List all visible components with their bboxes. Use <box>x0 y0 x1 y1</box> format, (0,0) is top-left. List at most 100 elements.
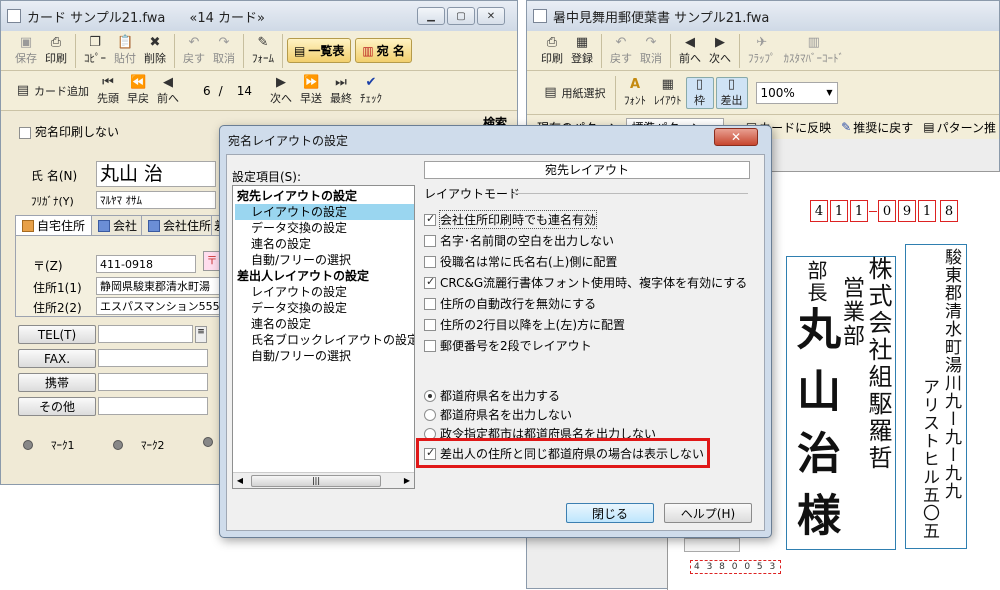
restore-recommended-button[interactable]: ✎ 推奨に戻す <box>841 119 913 136</box>
layout-mode-option[interactable]: 郵便番号を2段でレイアウト <box>424 337 592 354</box>
tree-hscrollbar[interactable]: ◀ ||| ▶ <box>233 472 414 488</box>
check-button[interactable]: ✔ ﾁｪｯｸ <box>356 75 386 106</box>
prefecture-radio[interactable] <box>424 408 436 421</box>
tree-item[interactable]: レイアウトの設定 <box>235 204 414 220</box>
prefecture-radio[interactable] <box>424 389 436 402</box>
right-tool-next-button[interactable]: ▶ 次へ <box>705 35 735 66</box>
tree-item[interactable]: 連名の設定 <box>235 316 414 332</box>
tree-item[interactable]: 自動/フリーの選択 <box>235 348 414 364</box>
tab-company-address[interactable]: 会社住所 <box>141 215 219 235</box>
tab-company[interactable]: 会社 <box>91 215 145 235</box>
layout-mode-checkbox[interactable] <box>424 318 436 331</box>
zoom-select[interactable]: 100% ▼ <box>755 81 838 104</box>
other-field[interactable] <box>98 397 208 415</box>
left-tool-form-button[interactable]: ✎ ﾌｫｰﾑ <box>248 35 278 66</box>
layout-mode-option[interactable]: 会社住所印刷時でも連名有効 <box>424 210 598 229</box>
left-tool-undo-button[interactable]: ↶ 戻す <box>179 35 209 66</box>
pattern-recommend-button[interactable]: ▤ パターン推 <box>923 119 996 136</box>
name-field[interactable]: 丸山 治 <box>96 161 216 187</box>
prefecture-option[interactable]: 都道府県名を出力する <box>424 387 560 404</box>
no-print-option[interactable]: 宛名印刷しない <box>19 123 119 140</box>
left-tool-save-button[interactable]: ▣ 保存 <box>11 35 41 66</box>
mark3-icon[interactable] <box>203 437 213 447</box>
right-tool-prev-button[interactable]: ◀ 前へ <box>675 35 705 66</box>
layout-mode-checkbox[interactable] <box>424 297 436 310</box>
tree-item[interactable]: 自動/フリーの選択 <box>235 252 414 268</box>
left-tool-redo-button[interactable]: ↷ 取消 <box>209 35 239 66</box>
fax-field[interactable] <box>98 349 208 367</box>
sender-button[interactable]: ▯ 差出 <box>715 76 748 109</box>
layout-mode-option[interactable]: 名字･名前間の空白を出力しない <box>424 232 614 249</box>
tel-memo-icon[interactable]: ≡ <box>195 326 207 343</box>
mobile-button[interactable]: 携帯 <box>18 373 96 392</box>
layout-mode-option[interactable]: 住所の自動改行を無効にする <box>424 295 596 312</box>
address1-field[interactable]: 静岡県駿東郡清水町湯 <box>96 277 224 295</box>
tree-item[interactable]: データ交換の設定 <box>235 300 414 316</box>
tree-item[interactable]: 連名の設定 <box>235 236 414 252</box>
tree-item[interactable]: 宛先レイアウトの設定 <box>235 188 414 204</box>
close-icon[interactable]: ✕ <box>714 128 758 146</box>
mark2-item[interactable]: ﾏｰｸ2 <box>113 437 165 453</box>
right-tool-undo-button[interactable]: ↶ 戻す <box>606 35 636 66</box>
tree-item[interactable]: データ交換の設定 <box>235 220 414 236</box>
right-tool-barcode-button[interactable]: ▥ ｶｽﾀﾏﾊﾞｰｺｰﾄﾞ <box>780 35 849 66</box>
left-tool-paste-button[interactable]: 📋 貼付 <box>110 35 140 66</box>
layout-button[interactable]: ▦ ﾚｲｱｳﾄ <box>650 77 686 108</box>
layout-mode-option[interactable]: 住所の2行目以降を上(左)方に配置 <box>424 316 625 333</box>
right-tool-register-button[interactable]: ▦ 登録 <box>567 35 597 66</box>
address2-field[interactable]: エスパスマンション555 <box>96 297 224 315</box>
prev-button[interactable]: ◀ 前へ <box>153 75 183 106</box>
mobile-field[interactable] <box>98 373 208 391</box>
layout-mode-checkbox[interactable] <box>424 339 436 352</box>
frame-button[interactable]: ▯ 枠 <box>685 76 714 109</box>
left-tool-copy-button[interactable]: ❐ ｺﾋﾟｰ <box>80 35 110 66</box>
font-button[interactable]: A ﾌｫﾝﾄ <box>620 77 650 108</box>
right-tool-flap-button[interactable]: ✈ ﾌﾗｯﾌﾟ <box>744 35 780 66</box>
first-button[interactable]: ⏮ 先頭 <box>93 75 123 106</box>
right-tool-redo-button[interactable]: ↷ 取消 <box>636 35 666 66</box>
close-button[interactable]: ✕ <box>477 7 505 25</box>
layout-mode-checkbox[interactable] <box>424 255 436 268</box>
tel-field[interactable] <box>98 325 193 343</box>
add-card-button[interactable]: ▤ カード追加 <box>11 83 93 99</box>
same-prefecture-hide-option[interactable]: 差出人の住所と同じ都道府県の場合は表示しない <box>424 445 704 462</box>
layout-mode-checkbox[interactable] <box>424 234 436 247</box>
list-view-button[interactable]: ▤ 一覧表 <box>287 38 352 63</box>
fast-forward-button[interactable]: ⏩ 早送 <box>296 75 326 106</box>
tree-item[interactable]: レイアウトの設定 <box>235 284 414 300</box>
layout-mode-option[interactable]: 役職名は常に氏名右(上)側に配置 <box>424 253 617 270</box>
left-tool-printer-button[interactable]: ⎙ 印刷 <box>41 35 71 66</box>
other-button[interactable]: その他 <box>18 397 96 416</box>
scroll-right-icon[interactable]: ▶ <box>400 476 414 485</box>
left-tool-delete-button[interactable]: ✖ 削除 <box>140 35 170 66</box>
tree-item[interactable]: 差出人レイアウトの設定 <box>235 268 414 284</box>
dialog-titlebar[interactable]: 宛名レイアウトの設定 <box>220 126 771 154</box>
tel-button[interactable]: TEL(T) <box>18 325 96 344</box>
close-dialog-button[interactable]: 閉じる <box>566 503 654 523</box>
zip-field[interactable]: 411-0918 <box>96 255 196 273</box>
help-button[interactable]: ヘルプ(H) <box>664 503 752 523</box>
same-prefecture-hide-checkbox[interactable] <box>424 446 436 460</box>
next-button[interactable]: ▶ 次へ <box>266 75 296 106</box>
layout-mode-checkbox[interactable] <box>424 212 436 226</box>
address-view-button[interactable]: ▥ 宛 名 <box>355 38 412 63</box>
scroll-left-icon[interactable]: ◀ <box>233 476 247 485</box>
last-button[interactable]: ⏭ 最終 <box>326 75 356 106</box>
right-tool-printer-button[interactable]: ⎙ 印刷 <box>537 35 567 66</box>
minimize-button[interactable]: ▁ <box>417 7 445 25</box>
layout-mode-option[interactable]: CRC&G流麗行書体フォント使用時、複字体を有効にする <box>424 274 747 291</box>
tab-home-address[interactable]: 自宅住所 <box>15 215 93 235</box>
card-window-titlebar[interactable]: カード サンプル21.fwa «14 カード» ▁ ▢ ✕ <box>1 1 517 31</box>
fast-back-button[interactable]: ⏪ 早戻 <box>123 75 153 106</box>
scroll-thumb[interactable]: ||| <box>251 474 381 487</box>
mark1-item[interactable]: ﾏｰｸ1 <box>23 437 75 453</box>
postcard-window-titlebar[interactable]: 暑中見舞用郵便葉書 サンプル21.fwa <box>527 1 999 31</box>
kana-field[interactable]: ﾏﾙﾔﾏ ｵｻﾑ <box>96 191 216 209</box>
no-print-checkbox[interactable] <box>19 126 31 139</box>
fax-button[interactable]: FAX. <box>18 349 96 368</box>
layout-mode-checkbox[interactable] <box>424 275 436 289</box>
maximize-button[interactable]: ▢ <box>447 7 475 25</box>
prefecture-option[interactable]: 都道府県名を出力しない <box>424 406 572 423</box>
tree-item[interactable]: 氏名ブロックレイアウトの設定 <box>235 332 414 348</box>
paper-select-button[interactable]: ▤ 用紙選択 <box>537 85 611 101</box>
